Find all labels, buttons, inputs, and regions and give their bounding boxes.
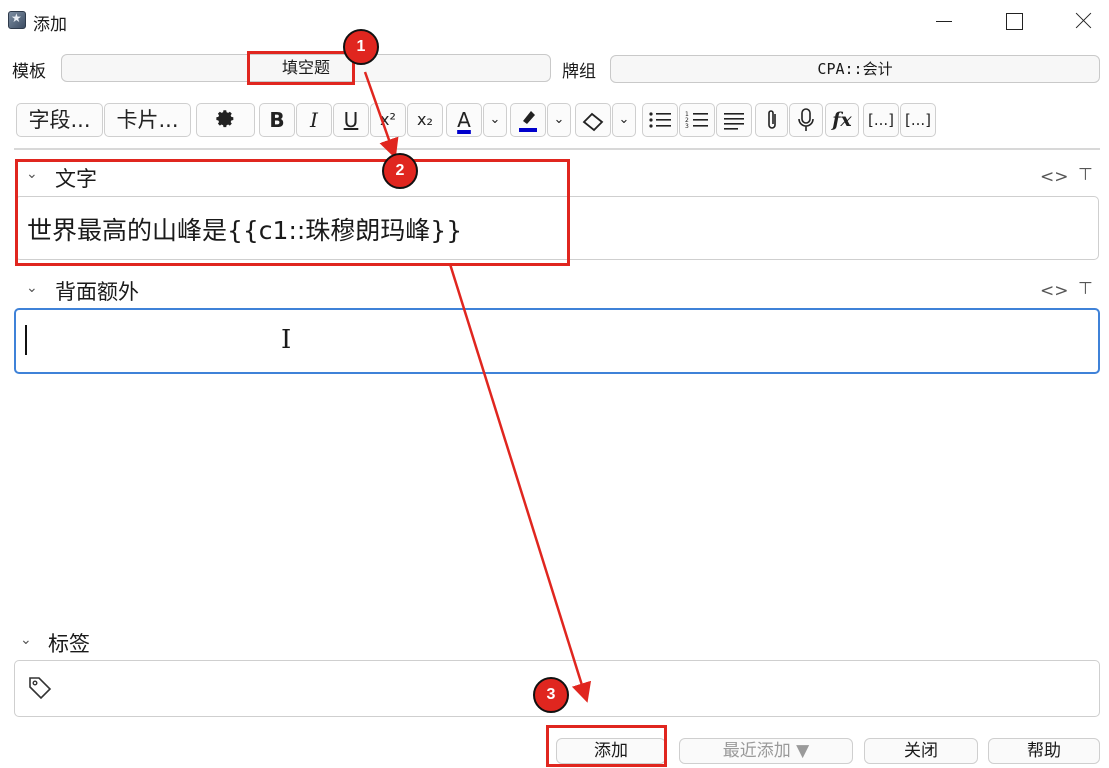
annotation-badge-3: 3: [533, 677, 569, 713]
arrow-1-to-2: [363, 71, 399, 159]
annotation-badge-1: 1: [343, 29, 379, 65]
annotation-badge-2: 2: [382, 153, 418, 189]
annotation-arrows: [363, 71, 592, 703]
arrow-2-to-3: [448, 263, 592, 703]
